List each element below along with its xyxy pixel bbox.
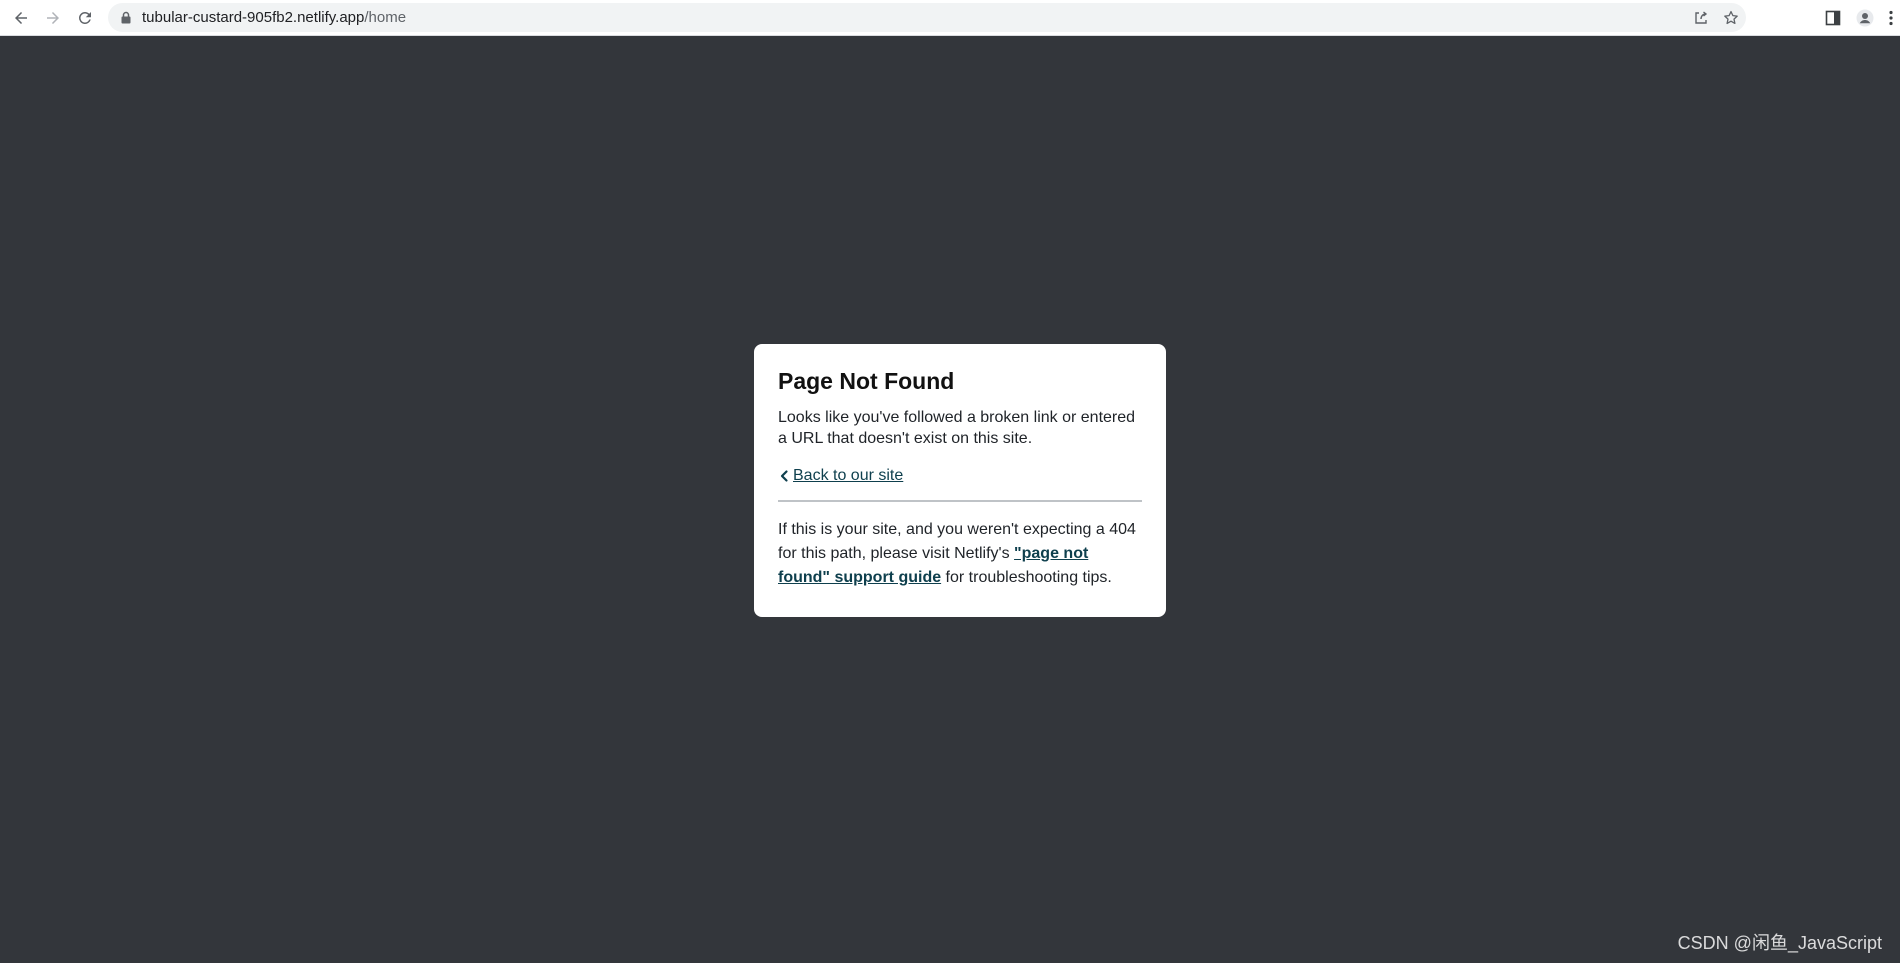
url-text[interactable]: tubular-custard-905fb2.netlify.app/home: [142, 3, 406, 32]
back-row: Back to our site: [778, 465, 1142, 486]
back-button[interactable]: [9, 6, 33, 30]
lock-icon[interactable]: [120, 11, 132, 24]
browser-toolbar: tubular-custard-905fb2.netlify.app/home: [0, 0, 1900, 36]
back-to-site-link[interactable]: Back to our site: [793, 465, 903, 486]
side-panel-button[interactable]: [1821, 6, 1845, 30]
star-icon: [1724, 10, 1738, 25]
arrow-left-icon: [15, 12, 27, 24]
reload-button[interactable]: [73, 6, 97, 30]
side-panel-icon: [1825, 10, 1841, 26]
profile-button[interactable]: [1853, 6, 1877, 30]
profile-icon: [1856, 9, 1874, 27]
reload-icon: [78, 11, 91, 24]
watermark: CSDN @闲鱼_JavaScript: [1677, 933, 1882, 953]
share-button[interactable]: [1692, 9, 1710, 27]
chevron-left-icon: [780, 469, 788, 482]
share-icon: [1695, 11, 1708, 24]
browser-menu-button[interactable]: [1882, 6, 1900, 30]
arrow-right-icon: [47, 12, 59, 24]
lead-text: Looks like you've followed a broken link…: [778, 409, 1136, 447]
support-text: If this is your site, and you weren't ex…: [778, 518, 1142, 590]
bookmark-button[interactable]: [1722, 9, 1740, 27]
url-path: /home: [364, 9, 407, 26]
support-text-after: for troubleshooting tips.: [941, 569, 1112, 586]
url-host: tubular-custard-905fb2.netlify.app: [142, 9, 365, 26]
address-bar[interactable]: tubular-custard-905fb2.netlify.app/home: [108, 3, 1746, 32]
divider: [778, 500, 1142, 502]
page-title: Page Not Found: [778, 368, 955, 394]
not-found-card: Page Not Found Looks like you've followe…: [754, 344, 1166, 617]
forward-button[interactable]: [41, 6, 65, 30]
kebab-menu-icon: [1889, 10, 1893, 26]
